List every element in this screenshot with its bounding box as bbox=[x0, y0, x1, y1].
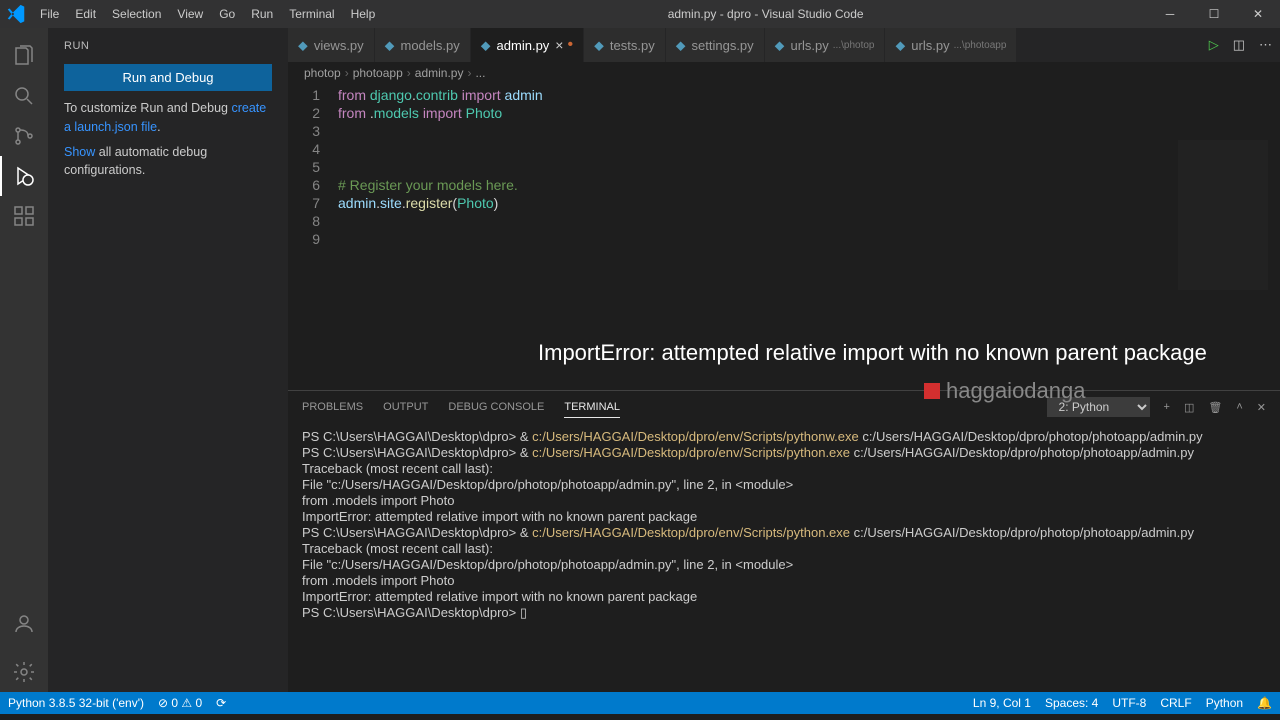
more-icon[interactable]: ⋯ bbox=[1259, 37, 1272, 53]
panel-tab-output[interactable]: OUTPUT bbox=[383, 397, 428, 418]
breadcrumb-item[interactable]: ... bbox=[475, 66, 485, 80]
run-debug-button[interactable]: Run and Debug bbox=[64, 64, 272, 91]
vscode-icon bbox=[0, 3, 32, 25]
status-item[interactable]: Spaces: 4 bbox=[1045, 696, 1098, 710]
menu-go[interactable]: Go bbox=[211, 7, 243, 21]
tab-models-py[interactable]: ⬥models.py bbox=[375, 28, 471, 62]
editor-tabs: ⬥views.py⬥models.py⬥admin.py×•⬥tests.py⬥… bbox=[288, 28, 1280, 62]
breadcrumb-item[interactable]: photop bbox=[304, 66, 341, 80]
menu-terminal[interactable]: Terminal bbox=[281, 7, 342, 21]
window-controls: ─ ☐ ✕ bbox=[1148, 7, 1280, 21]
breadcrumb-item[interactable]: photoapp bbox=[353, 66, 403, 80]
sidebar-header: RUN bbox=[48, 36, 288, 56]
breadcrumb[interactable]: photop›photoapp›admin.py›... bbox=[288, 62, 1280, 84]
menu-edit[interactable]: Edit bbox=[67, 7, 104, 21]
new-terminal-icon[interactable]: + bbox=[1164, 401, 1170, 413]
bottom-panel: PROBLEMSOUTPUTDEBUG CONSOLETERMINAL 2: P… bbox=[288, 390, 1280, 692]
split-terminal-icon[interactable]: ◫ bbox=[1184, 401, 1194, 414]
tab-urls-py[interactable]: ⬥urls.py...\photop bbox=[765, 28, 886, 62]
tab-tests-py[interactable]: ⬥tests.py bbox=[584, 28, 666, 62]
tab-admin-py[interactable]: ⬥admin.py×• bbox=[471, 28, 584, 62]
settings-icon[interactable] bbox=[0, 652, 48, 692]
run-debug-icon[interactable] bbox=[0, 156, 48, 196]
menu-help[interactable]: Help bbox=[343, 7, 384, 21]
search-icon[interactable] bbox=[0, 76, 48, 116]
run-sidebar: RUN Run and Debug To customize Run and D… bbox=[48, 28, 288, 692]
sidebar-show-text: Show all automatic debug configurations. bbox=[48, 143, 288, 181]
status-bar: Python 3.8.5 32-bit ('env') ⊘ 0 ⚠ 0 ⟳ Ln 9… bbox=[0, 692, 1280, 714]
tab-urls-py[interactable]: ⬥urls.py...\photoapp bbox=[885, 28, 1017, 62]
panel-tab-terminal[interactable]: TERMINAL bbox=[564, 397, 620, 418]
status-item[interactable]: Python bbox=[1206, 696, 1243, 710]
menu-view[interactable]: View bbox=[169, 7, 211, 21]
sidebar-help-text: To customize Run and Debug create a laun… bbox=[48, 99, 288, 137]
minimize-button[interactable]: ─ bbox=[1148, 7, 1192, 21]
menu-bar: FileEditSelectionViewGoRunTerminalHelp bbox=[32, 7, 383, 21]
tab-actions: ▷ ◫ ⋯ bbox=[1201, 28, 1280, 62]
status-item[interactable]: CRLF bbox=[1160, 696, 1191, 710]
terminal-output[interactable]: PS C:\Users\HAGGAI\Desktop\dpro> & c:/Us… bbox=[288, 423, 1280, 692]
tab-views-py[interactable]: ⬥views.py bbox=[288, 28, 375, 62]
status-item[interactable]: UTF-8 bbox=[1112, 696, 1146, 710]
author-name: haggaiodanga bbox=[946, 378, 1085, 404]
extensions-icon[interactable] bbox=[0, 196, 48, 236]
status-item[interactable]: Python 3.8.5 32-bit ('env') bbox=[8, 696, 144, 710]
panel-close-icon[interactable]: ✕ bbox=[1257, 401, 1266, 414]
account-icon[interactable] bbox=[0, 604, 48, 644]
panel-tab-problems[interactable]: PROBLEMS bbox=[302, 397, 363, 418]
overlay-author: haggaiodanga bbox=[924, 378, 1085, 404]
overlay-error-title: ImportError: attempted relative import w… bbox=[538, 340, 1207, 366]
editor-area: ⬥views.py⬥models.py⬥admin.py×•⬥tests.py⬥… bbox=[288, 28, 1280, 692]
trash-icon[interactable]: 🗑 bbox=[1208, 401, 1222, 414]
menu-run[interactable]: Run bbox=[243, 7, 281, 21]
source-control-icon[interactable] bbox=[0, 116, 48, 156]
panel-tabs: PROBLEMSOUTPUTDEBUG CONSOLETERMINAL 2: P… bbox=[288, 391, 1280, 423]
chevron-up-icon[interactable]: ˄ bbox=[1236, 401, 1242, 413]
split-icon[interactable]: ◫ bbox=[1233, 37, 1245, 53]
status-item[interactable]: ⟳ bbox=[216, 696, 226, 710]
breadcrumb-item[interactable]: admin.py bbox=[415, 66, 464, 80]
panel-tab-debug-console[interactable]: DEBUG CONSOLE bbox=[448, 397, 544, 418]
title-bar: FileEditSelectionViewGoRunTerminalHelp a… bbox=[0, 0, 1280, 28]
window-title: admin.py - dpro - Visual Studio Code bbox=[383, 7, 1148, 21]
author-avatar bbox=[924, 383, 940, 399]
menu-selection[interactable]: Selection bbox=[104, 7, 169, 21]
run-icon[interactable]: ▷ bbox=[1209, 37, 1219, 53]
menu-file[interactable]: File bbox=[32, 7, 67, 21]
status-item[interactable]: Ln 9, Col 1 bbox=[973, 696, 1031, 710]
close-button[interactable]: ✕ bbox=[1236, 7, 1280, 21]
status-item[interactable]: ⊘ 0 ⚠ 0 bbox=[158, 696, 202, 710]
explorer-icon[interactable] bbox=[0, 36, 48, 76]
minimap[interactable] bbox=[1178, 140, 1268, 290]
status-item[interactable]: 🔔 bbox=[1257, 696, 1272, 710]
activity-bar bbox=[0, 28, 48, 692]
tab-settings-py[interactable]: ⬥settings.py bbox=[666, 28, 765, 62]
maximize-button[interactable]: ☐ bbox=[1192, 7, 1236, 21]
show-link[interactable]: Show bbox=[64, 145, 95, 159]
